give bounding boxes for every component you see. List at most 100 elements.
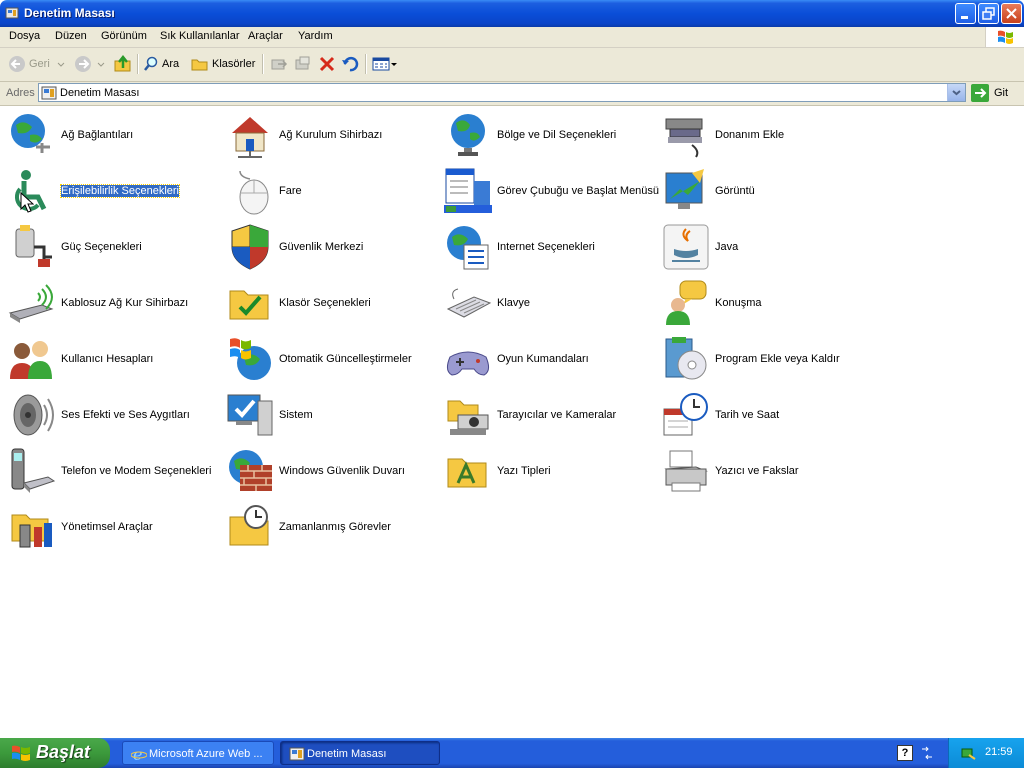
game-controllers-icon: [446, 351, 490, 376]
item-security-center[interactable]: Güvenlik Merkezi: [220, 219, 435, 271]
item-wireless-wizard[interactable]: Kablosuz Ağ Kur Sihirbazı: [2, 275, 217, 327]
network-connections-icon: [11, 114, 50, 153]
title-bar[interactable]: Denetim Masası: [0, 0, 1024, 27]
copy-to-icon: [295, 56, 310, 70]
item-display[interactable]: Görüntü: [656, 163, 871, 215]
item-add-hardware[interactable]: Donanım Ekle: [656, 107, 871, 159]
window-title: Denetim Masası: [24, 6, 115, 20]
item-keyboard[interactable]: Klavye: [438, 275, 653, 327]
minimize-icon: [961, 16, 968, 19]
security-center-icon: [231, 224, 269, 270]
item-power-options[interactable]: Güç Seçenekleri: [2, 219, 217, 271]
move-to-button[interactable]: [270, 53, 288, 75]
control-panel-icon: [289, 747, 305, 761]
item-speech[interactable]: Konuşma: [656, 275, 871, 327]
add-remove-programs-icon: [665, 337, 707, 380]
item-accessibility[interactable]: Erişilebilirlik Seçenekleri: [2, 163, 217, 215]
windows-flag-icon: [998, 30, 1013, 44]
java-icon: [663, 224, 709, 270]
scanners-cameras-icon: [447, 400, 489, 435]
menu-tools[interactable]: Araçlar: [248, 30, 283, 42]
menu-view[interactable]: Görünüm: [101, 30, 147, 42]
item-administrative-tools[interactable]: Yönetimsel Araçlar: [2, 499, 217, 551]
item-java[interactable]: Java: [656, 219, 871, 271]
chevron-down-icon: [97, 62, 105, 67]
control-panel-icon: [5, 7, 19, 19]
search-button[interactable]: Ara: [143, 53, 179, 75]
item-folder-options[interactable]: Klasör Seçenekleri: [220, 275, 435, 327]
start-button[interactable]: Başlat: [0, 738, 110, 768]
item-automatic-updates[interactable]: Otomatik Güncelleştirmeler: [220, 331, 435, 383]
item-scheduled-tasks[interactable]: Zamanlanmış Görevler: [220, 499, 435, 551]
help-tray-icon[interactable]: ?: [897, 745, 913, 761]
internet-explorer-icon: e: [131, 746, 147, 762]
item-internet-options[interactable]: Internet Seçenekleri: [438, 219, 653, 271]
item-fonts[interactable]: Yazı Tipleri: [438, 443, 653, 495]
regional-language-icon: [451, 114, 485, 156]
item-network-setup-wizard[interactable]: Ağ Kurulum Sihirbazı: [220, 107, 435, 159]
move-to-icon: [271, 59, 288, 70]
clock[interactable]: 21:59: [985, 746, 1013, 758]
printers-faxes-icon: [664, 450, 708, 492]
taskbar: Başlat e Microsoft Azure Web ... Denetim…: [0, 738, 1024, 768]
delete-x-icon: [319, 56, 335, 72]
go-arrow-icon: [971, 84, 989, 102]
item-game-controllers[interactable]: Oyun Kumandaları: [438, 331, 653, 383]
network-tray-icon[interactable]: [920, 745, 934, 761]
menu-file[interactable]: Dosya: [9, 30, 40, 42]
windows-flag-icon: [12, 745, 30, 761]
up-folder-button[interactable]: [113, 53, 133, 75]
close-button[interactable]: [1001, 3, 1022, 24]
menu-favorites[interactable]: Sık Kullanılanlar: [160, 30, 240, 42]
wireless-wizard-icon: [8, 284, 54, 323]
delete-button[interactable]: [318, 53, 336, 75]
go-button[interactable]: Git: [971, 84, 1008, 102]
item-network-connections[interactable]: Ağ Bağlantıları: [2, 107, 217, 159]
item-user-accounts[interactable]: Kullanıcı Hesapları: [2, 331, 217, 383]
task-ie-window[interactable]: e Microsoft Azure Web ...: [122, 741, 274, 765]
maximize-button[interactable]: [978, 3, 999, 24]
up-folder-icon: [114, 55, 131, 72]
mouse-cursor-icon: [20, 192, 34, 213]
undo-icon: [342, 56, 359, 72]
network-setup-wizard-icon: [232, 117, 268, 158]
folders-icon: [191, 59, 208, 71]
address-field[interactable]: Denetim Masası: [38, 83, 966, 102]
menu-help[interactable]: Yardım: [298, 30, 333, 42]
item-taskbar-start-menu[interactable]: Görev Çubuğu ve Başlat Menüsü: [438, 163, 659, 215]
item-printers-faxes[interactable]: Yazıcı ve Fakslar: [656, 443, 871, 495]
menu-edit[interactable]: Düzen: [55, 30, 87, 42]
back-button[interactable]: Geri: [8, 53, 66, 75]
power-options-icon: [15, 225, 52, 267]
automatic-updates-icon: [230, 338, 271, 380]
item-regional-language[interactable]: Bölge ve Dil Seçenekleri: [438, 107, 653, 159]
firewall-icon: [229, 450, 272, 491]
chevron-down-icon: [391, 63, 397, 66]
item-phone-modem[interactable]: Telefon ve Modem Seçenekleri: [2, 443, 217, 495]
views-button[interactable]: [372, 53, 398, 75]
speech-icon: [666, 280, 707, 325]
back-arrow-icon: [9, 56, 25, 72]
address-dropdown-button[interactable]: [947, 84, 965, 101]
item-system[interactable]: Sistem: [220, 387, 435, 439]
views-grid-icon: [372, 57, 390, 71]
task-control-panel[interactable]: Denetim Masası: [280, 741, 440, 765]
control-panel-content: Ağ Bağlantıları Ağ Kurulum Sihirbazı Böl…: [0, 106, 1024, 738]
item-mouse[interactable]: Fare: [220, 163, 435, 215]
mouse-icon: [239, 170, 269, 215]
user-accounts-icon: [10, 341, 52, 379]
add-hardware-icon: [665, 118, 703, 158]
undo-button[interactable]: [341, 53, 359, 75]
item-firewall[interactable]: Windows Güvenlik Duvarı: [220, 443, 435, 495]
folders-button[interactable]: Klasörler: [191, 53, 255, 75]
forward-button[interactable]: [74, 53, 106, 75]
item-scanners-cameras[interactable]: Tarayıcılar ve Kameralar: [438, 387, 653, 439]
item-add-remove-programs[interactable]: Program Ekle veya Kaldır: [656, 331, 871, 383]
item-date-time[interactable]: Tarih ve Saat: [656, 387, 871, 439]
address-value: Denetim Masası: [60, 87, 140, 99]
network-status-icon[interactable]: [961, 745, 977, 761]
minimize-button[interactable]: [955, 3, 976, 24]
address-bar: Adres Denetim Masası Git: [0, 82, 1024, 106]
copy-to-button[interactable]: [294, 53, 312, 75]
item-sounds-audio[interactable]: Ses Efekti ve Ses Aygıtları: [2, 387, 217, 439]
